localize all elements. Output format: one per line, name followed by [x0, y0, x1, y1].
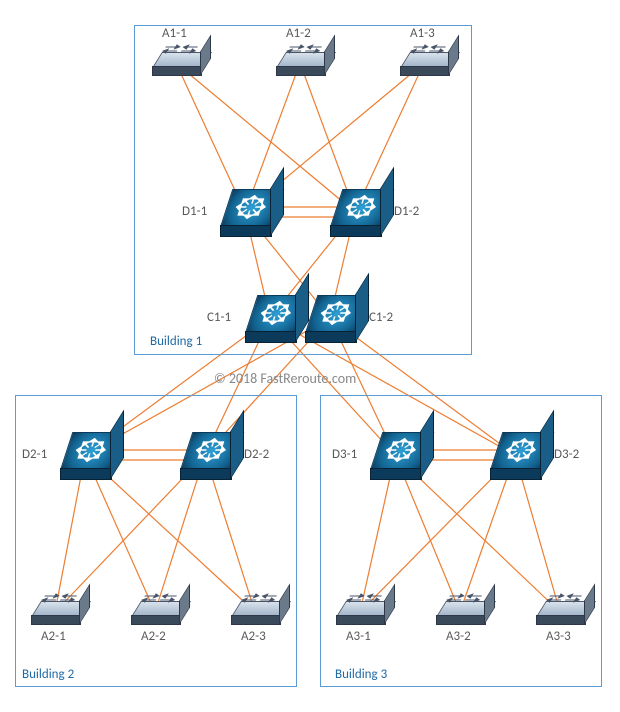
node-label: A1-3: [410, 26, 435, 41]
node-label: D3-1: [332, 447, 357, 462]
node-label: C1-2: [369, 310, 393, 325]
node-label: A2-3: [241, 629, 266, 644]
node-label: A3-1: [346, 629, 371, 644]
building-2-label: Building 2: [22, 667, 74, 682]
node-label: A2-2: [141, 629, 166, 644]
node-label: D1-1: [182, 204, 207, 219]
node-label: D2-2: [244, 447, 269, 462]
building-1-label: Building 1: [150, 334, 202, 349]
node-label: D2-1: [22, 447, 47, 462]
node-label: D3-2: [554, 447, 579, 462]
node-label: D1-2: [394, 204, 419, 219]
node-label: A3-2: [446, 629, 471, 644]
node-label: A1-1: [162, 26, 187, 41]
node-label: A2-1: [41, 629, 66, 644]
diagram-stage: Building 1 Building 2 Building 3 © 2018 …: [0, 0, 620, 712]
building-1-box: [134, 25, 472, 355]
node-label: A1-2: [286, 26, 311, 41]
node-label: A3-3: [546, 629, 571, 644]
watermark: © 2018 FastReroute.com: [214, 370, 356, 387]
building-3-label: Building 3: [335, 667, 387, 682]
node-label: C1-1: [207, 310, 231, 325]
